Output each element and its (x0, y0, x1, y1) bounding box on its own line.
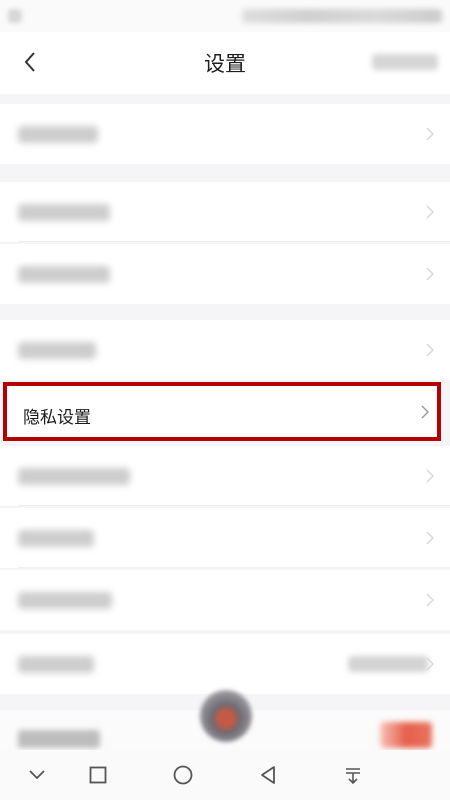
chevron-right-icon (426, 531, 434, 545)
floating-button[interactable] (200, 690, 252, 742)
blurred-text (18, 592, 112, 609)
status-bar (0, 0, 450, 32)
system-nav-bar (0, 750, 450, 800)
list-item[interactable] (0, 446, 450, 506)
header: 设置 (0, 32, 450, 94)
status-blurred-right (242, 9, 442, 23)
chevron-right-icon (421, 405, 429, 419)
divider (18, 567, 450, 568)
blurred-action[interactable] (380, 722, 432, 748)
nav-menu-button[interactable] (340, 762, 366, 788)
nav-collapse-button[interactable] (24, 762, 50, 788)
triangle-back-icon (261, 766, 275, 784)
chevron-right-icon (426, 127, 434, 141)
square-icon (89, 766, 107, 784)
chevron-right-icon (426, 205, 434, 219)
section-gap (0, 304, 450, 320)
section-gap (0, 164, 450, 182)
list-item[interactable] (0, 182, 450, 242)
chevron-right-icon (426, 267, 434, 281)
chevron-right-icon (426, 593, 434, 607)
blurred-text (18, 126, 98, 143)
nav-home-button[interactable] (170, 762, 196, 788)
chevron-down-icon (29, 770, 45, 780)
list-item[interactable] (0, 320, 450, 380)
privacy-settings-item[interactable]: 隐私设置 (3, 382, 441, 441)
status-blurred-left (8, 9, 22, 23)
section-gap (0, 94, 450, 104)
list-item[interactable] (0, 634, 450, 694)
blurred-text (18, 656, 94, 673)
nav-recents-button[interactable] (85, 762, 111, 788)
privacy-settings-label: 隐私设置 (23, 408, 91, 428)
header-right-blurred[interactable] (372, 54, 438, 70)
blurred-text (18, 468, 130, 485)
list-item[interactable] (0, 244, 450, 304)
divider (18, 241, 450, 242)
nav-back-button[interactable] (255, 762, 281, 788)
blurred-text (18, 204, 110, 221)
chevron-right-icon (426, 657, 434, 671)
blurred-text (18, 730, 100, 748)
blurred-text (18, 266, 110, 283)
divider (18, 505, 450, 506)
list-item[interactable] (0, 508, 450, 568)
circle-icon (173, 765, 193, 785)
chevron-right-icon (426, 469, 434, 483)
blurred-value (348, 656, 428, 672)
blurred-text (18, 342, 96, 359)
chevron-right-icon (426, 343, 434, 357)
list-item[interactable] (0, 570, 450, 630)
blurred-text (18, 530, 94, 547)
menu-download-icon (346, 768, 360, 785)
list-item[interactable] (0, 104, 450, 164)
